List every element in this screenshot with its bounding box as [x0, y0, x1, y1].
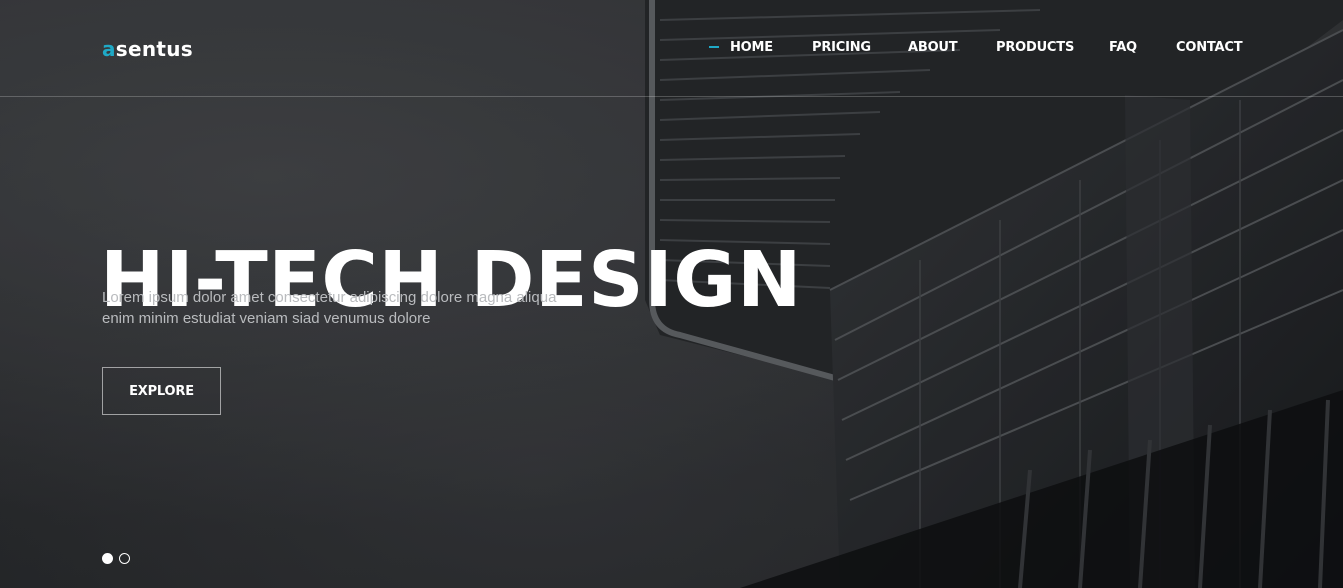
- nav-item-products[interactable]: PRODUCTS: [996, 40, 1074, 55]
- explore-button[interactable]: EXPLORE: [102, 367, 221, 415]
- nav-item-contact[interactable]: CONTACT: [1176, 40, 1243, 55]
- slider-dot-2[interactable]: [119, 553, 130, 564]
- slider-dot-1[interactable]: [102, 553, 113, 564]
- hero-section: asentus HOME PRICING ABOUT PRODUCTS FAQ …: [0, 0, 1343, 588]
- site-header: asentus HOME PRICING ABOUT PRODUCTS FAQ …: [0, 0, 1343, 97]
- hero-subtitle-line-1: Lorem ipsum dolor amet consectetur adipi…: [102, 289, 557, 306]
- main-nav: HOME PRICING ABOUT PRODUCTS FAQ CONTACT: [0, 40, 1343, 60]
- nav-item-faq[interactable]: FAQ: [1109, 40, 1137, 55]
- hero-subtitle-line-2: enim minim estudiat veniam siad venumus …: [102, 310, 431, 327]
- nav-item-home[interactable]: HOME: [730, 40, 773, 55]
- nav-item-about[interactable]: ABOUT: [908, 40, 958, 55]
- hero-subtitle: Lorem ipsum dolor amet consectetur adipi…: [102, 287, 642, 329]
- nav-item-pricing[interactable]: PRICING: [812, 40, 871, 55]
